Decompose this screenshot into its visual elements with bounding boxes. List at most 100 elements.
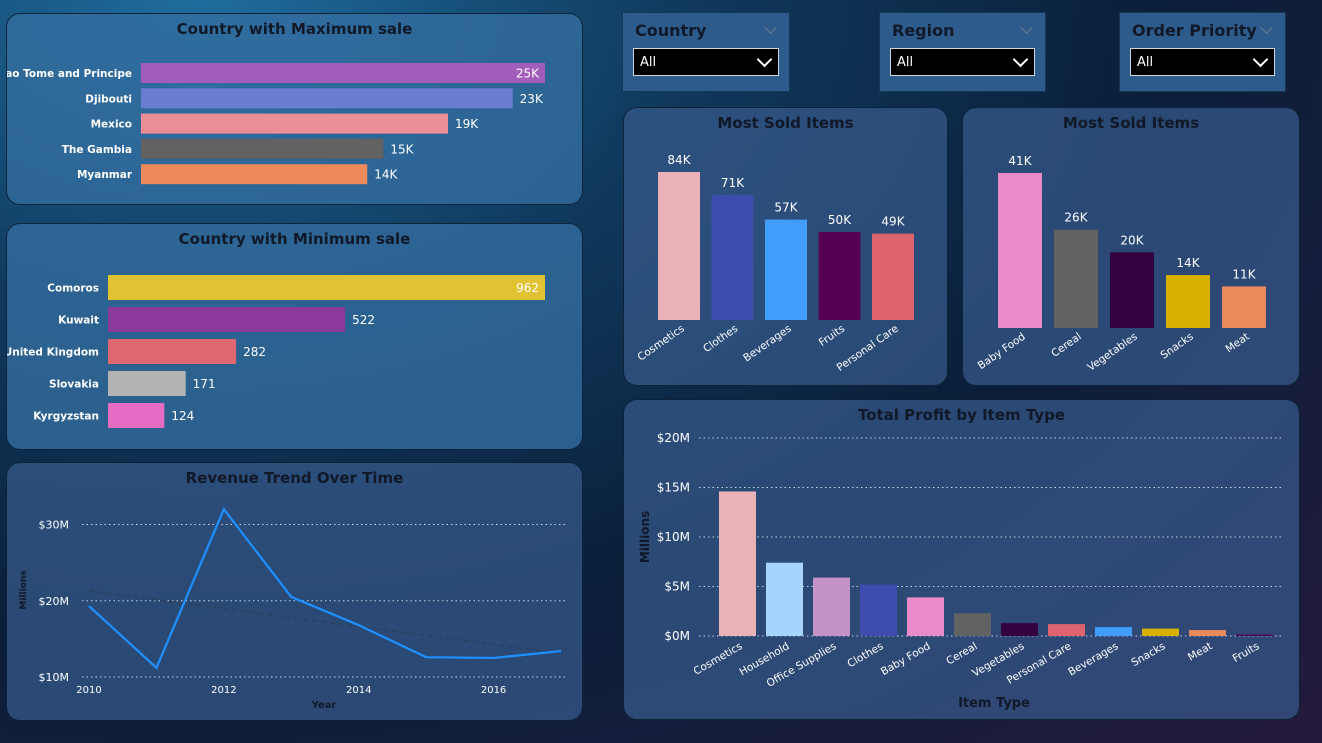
category-label: Meat — [1223, 331, 1251, 356]
data-label: 20K — [1120, 233, 1144, 247]
max-sale-title: Country with Maximum sale — [176, 20, 413, 38]
category-label: Kuwait — [58, 315, 99, 327]
bar — [872, 233, 914, 320]
country-dropdown[interactable]: All — [633, 48, 779, 76]
data-label: 23K — [520, 92, 544, 106]
data-label: 11K — [1232, 267, 1256, 281]
x-tick-label: 2012 — [211, 685, 236, 696]
category-label: Cosmetics — [692, 640, 745, 677]
data-label: 14K — [1176, 256, 1200, 270]
bar — [954, 613, 991, 636]
bar — [141, 164, 368, 185]
data-label: 14K — [374, 168, 398, 182]
y-tick-label: $30M — [39, 519, 70, 532]
bar — [860, 584, 897, 636]
dropdown-arrow-icon[interactable] — [1012, 51, 1029, 68]
category-label: Clothes — [701, 323, 740, 355]
category-label: Sao Tome and Principe — [7, 68, 132, 80]
bar — [658, 172, 700, 320]
bar — [108, 371, 186, 396]
category-label: Snacks — [1158, 331, 1195, 362]
y-tick-label: $10M — [39, 671, 70, 684]
category-label: Slovakia — [49, 379, 99, 391]
bar — [108, 339, 237, 364]
bar — [1236, 634, 1273, 636]
bar — [108, 307, 346, 332]
category-label: Djibouti — [85, 93, 132, 105]
total-profit-title: Total Profit by Item Type — [857, 406, 1066, 424]
chevron-down-icon[interactable] — [764, 21, 777, 34]
bar — [1166, 275, 1210, 328]
data-label: 15K — [390, 142, 414, 156]
bar — [1095, 627, 1132, 636]
category-label: Fruits — [817, 323, 847, 349]
y-tick-label: $10M — [657, 530, 690, 544]
most-sold-panel-1: Most Sold Items 84K Cosmetics 71K Clothes 57… — [623, 107, 948, 386]
category-label: Myanmar — [77, 169, 133, 181]
data-label: 522 — [352, 313, 375, 327]
data-label: 50K — [828, 213, 852, 227]
bar — [1189, 630, 1226, 636]
total-profit-chart: $0M$5M$10M$15M$20MMillionsCosmeticsHouse… — [638, 431, 1284, 711]
chevron-down-icon[interactable] — [1020, 21, 1033, 34]
y-tick-label: $0M — [664, 629, 690, 643]
category-label: Snacks — [1129, 640, 1167, 669]
x-axis-title: Year — [311, 700, 337, 711]
y-tick-label: $5M — [664, 580, 690, 594]
data-label: 26K — [1064, 211, 1088, 225]
revenue-trend-title: Revenue Trend Over Time — [185, 469, 404, 487]
bar — [1048, 624, 1085, 636]
bar — [813, 577, 850, 636]
bar — [711, 194, 754, 320]
bar — [765, 219, 807, 320]
order-priority-dropdown-value: All — [1137, 55, 1154, 70]
chevron-down-icon[interactable] — [1260, 21, 1273, 34]
category-label: Beverages — [1066, 640, 1120, 678]
dropdown-arrow-icon[interactable] — [1252, 51, 1269, 68]
category-label: United Kingdom — [7, 347, 99, 359]
category-label: The Gambia — [62, 144, 132, 156]
data-label: 49K — [881, 215, 905, 229]
order-priority-dropdown[interactable]: All — [1130, 48, 1275, 76]
bar — [818, 231, 861, 320]
category-label: Clothes — [845, 640, 885, 670]
y-axis-title: Millions — [638, 511, 652, 563]
data-label: 25K — [516, 67, 540, 81]
bar — [766, 562, 803, 636]
category-label: Cereal — [944, 640, 979, 667]
region-dropdown[interactable]: All — [890, 48, 1035, 76]
bar — [1110, 252, 1154, 328]
bar — [1054, 229, 1098, 328]
country-dropdown-value: All — [640, 55, 657, 70]
revenue-trend-chart: $10M $20M $30M 2010 2012 2014 2016 Year Millions — [19, 507, 567, 711]
data-label: 19K — [455, 117, 479, 131]
order-priority-slicer-label: Order Priority — [1132, 21, 1257, 40]
x-tick-label: 2010 — [76, 685, 101, 696]
category-label: Mexico — [91, 119, 132, 131]
y-tick-label: $20M — [39, 595, 70, 608]
data-label: 282 — [243, 345, 266, 359]
most-sold-chart-1: 84K Cosmetics 71K Clothes 57K Beverages 50K Fru… — [635, 153, 914, 374]
category-label: Meat — [1186, 640, 1215, 663]
y-tick-label: $20M — [657, 431, 690, 445]
category-label: Fruits — [1231, 640, 1262, 665]
category-label: Comoros — [47, 283, 99, 295]
data-label: 71K — [721, 176, 745, 190]
revenue-line — [88, 507, 562, 670]
min-sale-title: Country with Minimum sale — [178, 230, 411, 248]
bar — [108, 403, 165, 428]
category-label: Cosmetics — [635, 323, 686, 364]
category-label: Kyrgyzstan — [33, 411, 99, 423]
dropdown-arrow-icon[interactable] — [756, 51, 773, 68]
bar — [141, 63, 545, 83]
bar — [1142, 628, 1179, 636]
bar — [141, 88, 513, 109]
bar — [719, 491, 756, 636]
category-label: Beverages — [741, 323, 793, 365]
bar — [998, 173, 1042, 328]
data-label: 962 — [516, 281, 539, 295]
bar — [1001, 623, 1038, 636]
country-slicer: Country All — [622, 12, 790, 92]
bar — [141, 138, 384, 159]
bar — [108, 275, 545, 300]
